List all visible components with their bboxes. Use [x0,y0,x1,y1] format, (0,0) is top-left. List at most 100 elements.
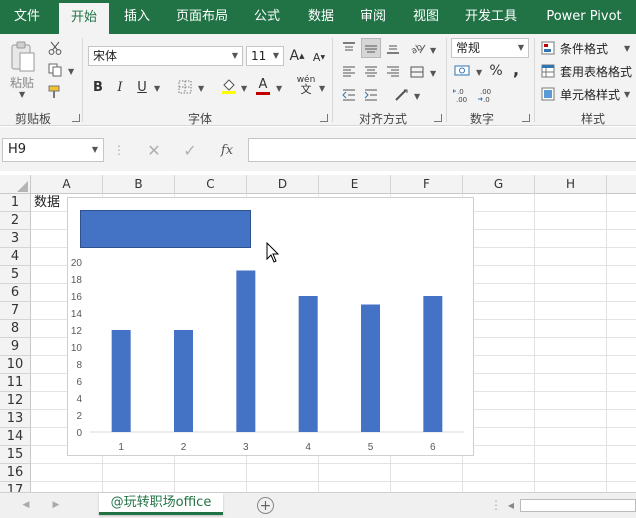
row-header-4[interactable]: 4 [0,248,31,266]
decrease-font-size-icon[interactable]: A ▼ [311,48,327,66]
row-header-2[interactable]: 2 [0,212,31,230]
number-launcher-icon[interactable] [522,114,530,122]
row-header-7[interactable]: 7 [0,302,31,320]
cancel-icon[interactable]: ✕ [144,141,164,160]
row-header-14[interactable]: 14 [0,428,31,446]
alignment-launcher-icon[interactable] [434,114,442,122]
paste-label[interactable]: 粘贴 [10,74,34,91]
cut-icon[interactable] [46,40,64,56]
paste-icon[interactable] [8,40,38,74]
orientation-icon[interactable]: ab [408,40,428,56]
column-header-e[interactable]: E [319,175,391,194]
column-header-h[interactable]: H [535,175,607,194]
row-header-3[interactable]: 3 [0,230,31,248]
tab-file[interactable]: 文件 [0,0,54,34]
percent-button[interactable]: % [488,62,504,80]
bar-5[interactable] [361,304,380,433]
copy-icon[interactable] [46,62,64,78]
number-format-select[interactable]: 常规 ▼ [451,38,529,58]
row-header-9[interactable]: 9 [0,338,31,356]
cell-styles-button[interactable]: 单元格样式 [560,86,620,103]
tab-developer[interactable]: 开发工具 [458,0,524,34]
cell-styles-icon[interactable] [540,86,556,102]
conditional-formatting-dropdown-icon[interactable]: ▼ [624,44,630,53]
phonetic-icon[interactable]: wén 文 [296,74,316,96]
border-dropdown-icon[interactable]: ▼ [198,84,204,93]
font-name-select[interactable]: 宋体 ▼ [88,46,243,66]
sheet-tab[interactable]: @玩转职场office [99,493,223,515]
clipboard-launcher-icon[interactable] [72,114,80,122]
tab-data[interactable]: 数据 [298,0,344,34]
format-as-table-button[interactable]: 套用表格格式 [560,63,632,80]
decrease-indent-icon[interactable] [340,87,358,103]
underline-dropdown-icon[interactable]: ▼ [154,84,160,93]
worksheet-grid[interactable]: A B C D E F G H 1 2 3 4 5 6 7 8 9 10 11 12 13 14 15 16 1… [0,175,636,492]
comma-button[interactable]: , [510,60,522,79]
italic-button[interactable]: I [112,78,128,96]
merge-dropdown-icon[interactable]: ▼ [430,69,436,78]
tab-power-pivot[interactable]: Power Pivot [534,0,634,34]
bar-3[interactable] [236,270,256,433]
column-header-b[interactable]: B [103,175,175,194]
increase-indent-icon[interactable] [362,87,380,103]
column-header-d[interactable]: D [247,175,319,194]
decrease-decimal-icon[interactable]: .00.0 [476,86,496,104]
row-header-17[interactable]: 17 [0,482,31,492]
column-header-a[interactable]: A [31,175,103,194]
align-center-icon[interactable] [362,64,380,80]
tab-formulas[interactable]: 公式 [244,0,290,34]
row-header-11[interactable]: 11 [0,374,31,392]
cell-styles-dropdown-icon[interactable]: ▼ [624,90,630,99]
column-header-c[interactable]: C [175,175,247,194]
accounting-format-icon[interactable] [452,62,474,80]
align-top-icon[interactable] [340,40,358,56]
row-header-1[interactable]: 1 [0,194,31,212]
tab-page-layout[interactable]: 页面布局 [168,0,236,34]
font-color-dropdown-icon[interactable]: ▼ [276,84,282,93]
scroll-tabs-right-icon[interactable]: ▶ [50,498,62,512]
underline-button[interactable]: U [134,78,150,96]
conditional-formatting-icon[interactable] [540,40,556,56]
scroll-left-icon[interactable]: ◀ [506,499,516,511]
row-header-8[interactable]: 8 [0,320,31,338]
row-header-13[interactable]: 13 [0,410,31,428]
row-header-16[interactable]: 16 [0,464,31,482]
text-direction-dropdown-icon[interactable]: ▼ [414,92,420,101]
accounting-dropdown-icon[interactable]: ▼ [476,68,482,77]
bar-4[interactable] [298,296,318,432]
font-size-select[interactable]: 11 ▼ [246,46,284,66]
formula-input[interactable] [248,138,636,162]
increase-decimal-icon[interactable]: .0.00 [452,86,472,104]
bar-1[interactable] [111,330,131,432]
add-sheet-icon[interactable]: + [257,497,274,514]
tab-insert[interactable]: 插入 [112,0,162,34]
orientation-dropdown-icon[interactable]: ▼ [430,46,436,55]
name-box[interactable]: H9 ▼ [2,138,104,162]
format-as-table-icon[interactable] [540,63,556,79]
tab-review[interactable]: 审阅 [350,0,396,34]
column-header-f[interactable]: F [391,175,463,194]
align-bottom-icon[interactable] [384,40,402,56]
column-header-g[interactable]: G [463,175,535,194]
bold-button[interactable]: B [90,78,106,96]
cell-a1[interactable]: 数据 [34,194,60,212]
insert-function-button[interactable]: fx [216,140,238,160]
row-header-6[interactable]: 6 [0,284,31,302]
align-right-icon[interactable] [384,64,402,80]
phonetic-dropdown-icon[interactable]: ▼ [319,84,325,93]
wrap-text-icon[interactable] [408,64,426,80]
copy-dropdown-icon[interactable]: ▼ [68,67,74,76]
scroll-tabs-left-icon[interactable]: ◀ [20,498,32,512]
fill-color-icon[interactable] [220,76,238,96]
increase-font-size-icon[interactable]: A ▲ [289,47,305,65]
select-all-corner[interactable] [0,175,31,194]
font-launcher-icon[interactable] [320,114,328,122]
border-icon[interactable] [176,78,194,96]
bar-2[interactable] [174,330,193,432]
tab-view[interactable]: 视图 [403,0,449,34]
enter-check-icon[interactable]: ✓ [180,141,200,160]
horizontal-scrollbar[interactable] [520,499,636,512]
conditional-formatting-button[interactable]: 条件格式 [560,40,608,57]
row-header-5[interactable]: 5 [0,266,31,284]
align-middle-icon[interactable] [361,38,381,58]
